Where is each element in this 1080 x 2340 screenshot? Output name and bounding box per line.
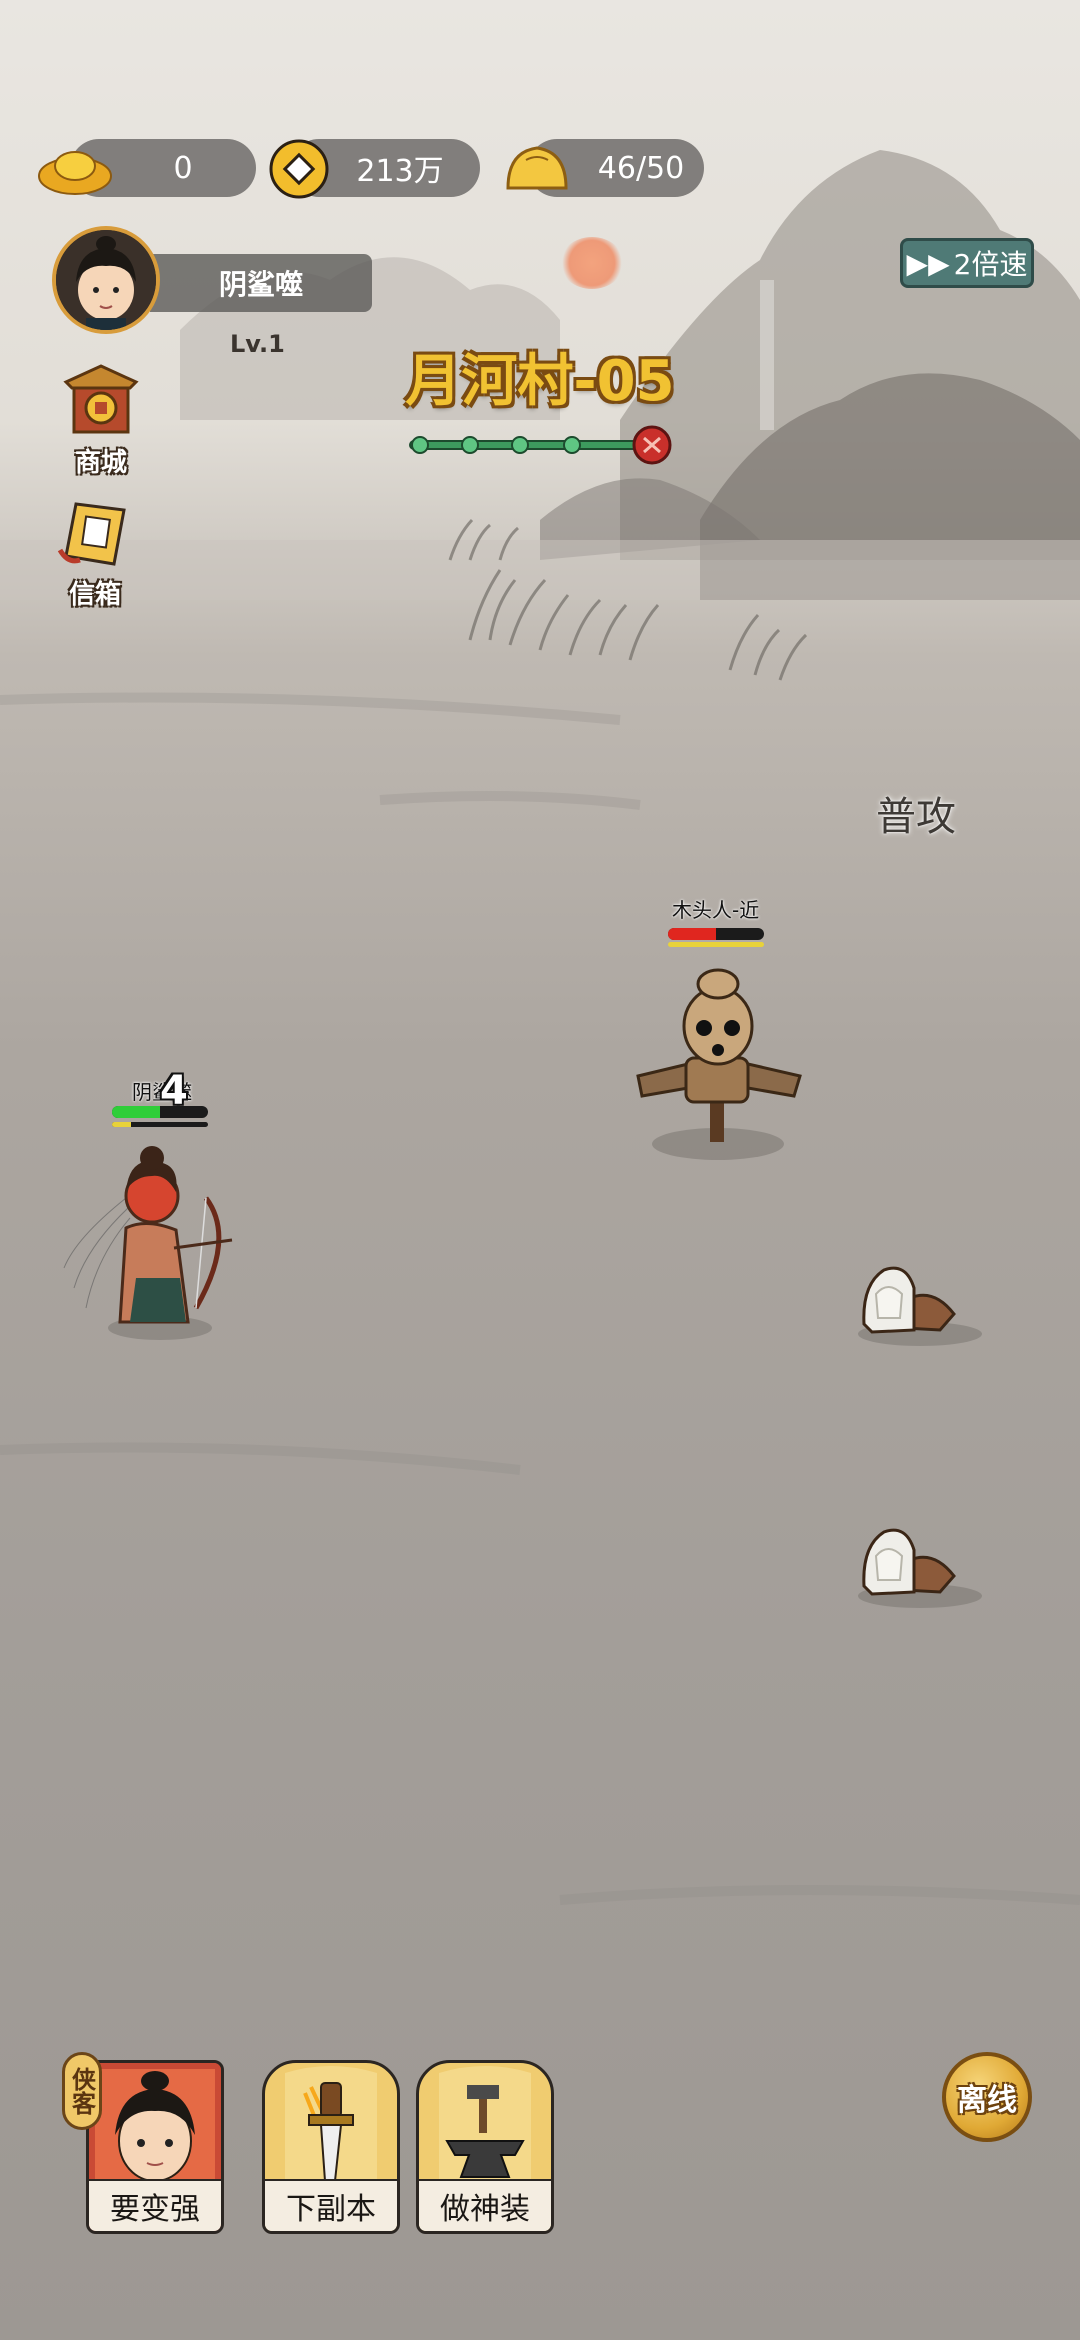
- wooden-dummy-enemy[interactable]: [628, 966, 808, 1166]
- letter-scroll-icon: [57, 502, 126, 566]
- mailbox-button[interactable]: 信箱: [40, 498, 150, 611]
- damage-number: 4: [160, 1068, 188, 1114]
- player-name-bar[interactable]: 阴鲨噬: [150, 254, 372, 312]
- mailbox-label: 信箱: [68, 580, 121, 610]
- player-avatar[interactable]: [52, 226, 160, 334]
- enemy-hp-bar: [668, 928, 764, 940]
- anvil-hammer-icon: [439, 2066, 531, 2187]
- progress-node-3: [511, 436, 529, 454]
- copper-coin-icon: [269, 139, 329, 199]
- hero-portrait-icon: [89, 2063, 221, 2187]
- become-stronger-label: 要变强: [89, 2179, 221, 2231]
- player-avatar-icon: [56, 230, 156, 330]
- fast-forward-icon: ▶▶: [906, 246, 950, 280]
- offline-button[interactable]: 离线: [942, 2052, 1032, 2142]
- attack-type-label: 普攻: [876, 794, 956, 840]
- enemy-name: 木头人-近: [672, 898, 760, 922]
- archer-heroine[interactable]: [56, 1138, 246, 1342]
- forge-card[interactable]: 做神装: [416, 2060, 554, 2234]
- player-level: Lv.1: [230, 330, 285, 358]
- speed-toggle-button[interactable]: ▶▶ 2倍速: [900, 238, 1034, 288]
- gold-ingot-value: 0: [173, 150, 193, 186]
- gold-ingot-icon: [38, 151, 112, 195]
- player-name: 阴鲨噬: [218, 268, 303, 301]
- become-stronger-card[interactable]: 要变强: [86, 2060, 224, 2234]
- progress-node-4: [563, 436, 581, 454]
- shop-label: 商城: [74, 448, 127, 478]
- shop-button[interactable]: 商城: [46, 362, 156, 479]
- loot-rock-2[interactable]: [854, 1516, 984, 1608]
- progress-node-2: [461, 436, 479, 454]
- shop-gate-icon: [63, 364, 139, 434]
- hero-energy-bar: [112, 1122, 208, 1127]
- stamina-value: 46/50: [597, 150, 685, 186]
- steamed-bun-icon: [506, 146, 568, 190]
- enemy-energy-bar: [668, 942, 764, 947]
- dungeon-label: 下副本: [265, 2179, 397, 2231]
- stage-progress-track: [409, 425, 672, 465]
- forge-label: 做神装: [419, 2179, 551, 2231]
- offline-label: 离线: [957, 2083, 1017, 2118]
- speed-label: 2倍速: [953, 248, 1028, 281]
- copper-coin-value: 213万: [356, 154, 444, 189]
- hero-tag-badge: 侠客: [62, 2052, 102, 2130]
- red-sun: [560, 237, 624, 289]
- sword-icon: [285, 2066, 377, 2187]
- loot-rock-1[interactable]: [854, 1254, 984, 1346]
- progress-node-1: [411, 436, 429, 454]
- stage-title: 月河村-05: [405, 349, 675, 414]
- dungeon-card[interactable]: 下副本: [262, 2060, 400, 2234]
